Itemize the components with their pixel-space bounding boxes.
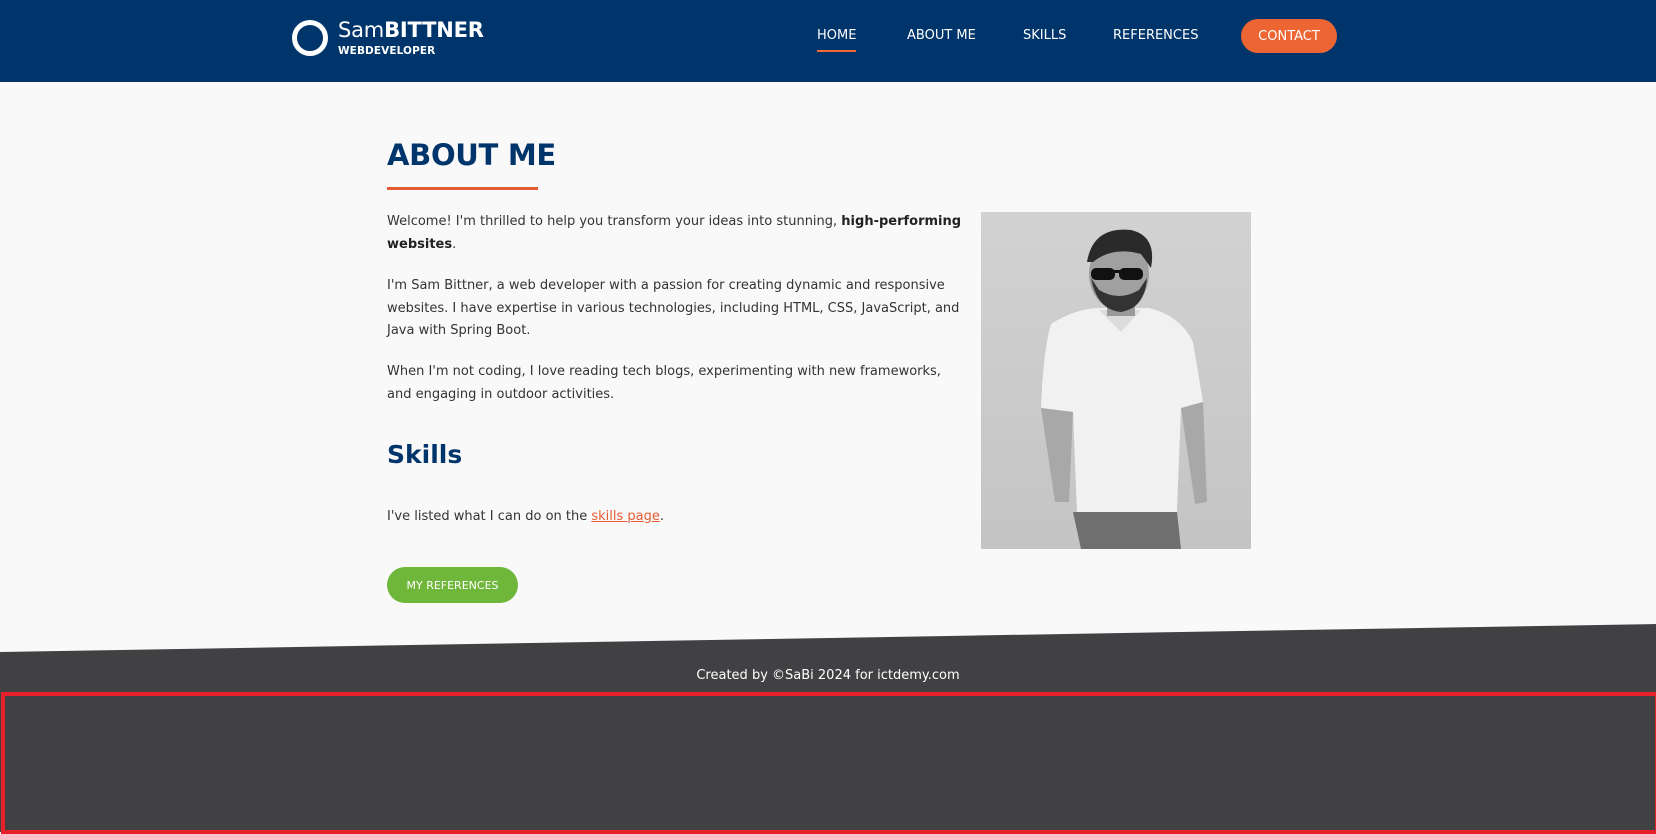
site-header: SamBITTNER WEBDEVELOPER HOME ABOUT ME SK…: [0, 0, 1656, 82]
skills-text-after: .: [659, 509, 665, 524]
nav-item-about-me[interactable]: ABOUT ME: [907, 28, 976, 43]
nav-item-home[interactable]: HOME: [817, 28, 857, 52]
profile-photo: [981, 212, 1251, 549]
about-paragraph-1-end: .: [452, 236, 457, 252]
highlight-box: [1, 692, 1656, 834]
title-underline: [387, 187, 538, 190]
skills-text-before: I've listed what I can do on the: [387, 509, 592, 524]
contact-button[interactable]: CONTACT: [1241, 19, 1337, 53]
nav-item-references[interactable]: REFERENCES: [1113, 28, 1198, 43]
nav-item-skills[interactable]: SKILLS: [1023, 28, 1066, 43]
footer-credit: Created by ©SaBi 2024 for ictdemy.com: [696, 668, 960, 683]
skills-title: Skills: [387, 440, 463, 469]
about-paragraph-1: Welcome! I'm thrilled to help you transf…: [387, 211, 967, 256]
about-paragraph-1-text: Welcome! I'm thrilled to help you transf…: [387, 214, 842, 229]
about-paragraph-3: When I'm not coding, I love reading tech…: [387, 364, 941, 402]
skills-page-link[interactable]: skills page: [591, 509, 660, 524]
about-title: ABOUT ME: [387, 138, 556, 172]
about-paragraph-2: I'm Sam Bittner, a web developer with a …: [387, 278, 960, 338]
profile-photo-illustration: [1041, 229, 1207, 549]
skills-paragraph: I've listed what I can do on the skills …: [387, 506, 967, 529]
my-references-button[interactable]: MY REFERENCES: [387, 567, 518, 603]
main-nav: HOME ABOUT ME SKILLS REFERENCES: [0, 0, 1656, 82]
